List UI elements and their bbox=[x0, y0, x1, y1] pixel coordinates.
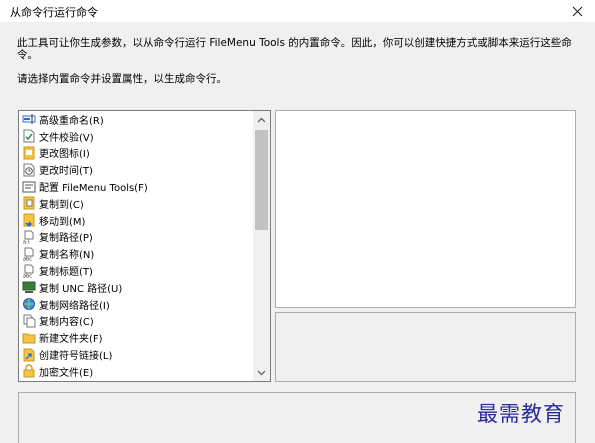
encrypt-icon bbox=[22, 364, 36, 378]
command-list[interactable]: 高级重命名(R) 文件校验(V) 更改图标(I) 更改时间(T) 配置 FileMenu… bbox=[18, 110, 271, 382]
command-list-item[interactable]: 复制到(C) bbox=[19, 195, 251, 212]
command-label: 创建符号链接(L) bbox=[39, 351, 113, 363]
watermark-text: 最需教育 bbox=[477, 402, 565, 426]
scroll-thumb[interactable] bbox=[255, 130, 268, 230]
command-list-item[interactable]: 加密文件(E) bbox=[19, 363, 251, 380]
instruction-text: 请选择内置命令并设置属性，以生成命令行。 bbox=[17, 73, 227, 85]
property-description-panel bbox=[275, 312, 576, 382]
dialog-window: 从命令行运行命令 此工具可让你生成参数，以从命令行运行 FileMenu Too… bbox=[0, 0, 595, 443]
copy-content-icon bbox=[22, 314, 36, 328]
command-label: 移动到(M) bbox=[39, 216, 86, 228]
command-label: 更改时间(T) bbox=[39, 166, 93, 178]
command-label: 文件校验(V) bbox=[39, 132, 94, 144]
command-list-item[interactable]: abc 复制名称(N) bbox=[19, 245, 251, 262]
clock-icon bbox=[22, 163, 36, 177]
chevron-up-icon bbox=[257, 117, 266, 122]
command-list-items: 高级重命名(R) 文件校验(V) 更改图标(I) 更改时间(T) 配置 FileMenu… bbox=[19, 111, 251, 380]
copy-name-icon: abc bbox=[22, 247, 36, 261]
file-check-icon bbox=[22, 129, 36, 143]
properties-panel[interactable] bbox=[275, 110, 576, 308]
title-bar: 从命令行运行命令 bbox=[0, 0, 595, 22]
scroll-up-button[interactable] bbox=[253, 111, 270, 128]
network-path-icon bbox=[22, 297, 36, 311]
command-label: 高级重命名(R) bbox=[39, 115, 104, 127]
new-folder-icon bbox=[22, 331, 36, 345]
svg-text:abc: abc bbox=[23, 256, 32, 261]
chevron-down-icon bbox=[257, 370, 266, 375]
configure-icon bbox=[22, 180, 36, 194]
command-label: 复制内容(C) bbox=[39, 317, 94, 329]
command-list-item[interactable]: 移动到(M) bbox=[19, 212, 251, 229]
svg-text:a:\: a:\ bbox=[23, 239, 30, 244]
unc-path-icon bbox=[22, 280, 36, 294]
close-icon bbox=[572, 6, 582, 16]
description-text: 此工具可让你生成参数，以从命令行运行 FileMenu Tools 的内置命令。… bbox=[17, 37, 572, 61]
svg-text:abc: abc bbox=[23, 273, 32, 278]
command-list-item[interactable]: 文件校验(V) bbox=[19, 128, 251, 145]
command-list-item[interactable]: 新建文件夹(F) bbox=[19, 329, 251, 346]
rename-icon bbox=[22, 112, 36, 126]
command-list-item[interactable]: 更改图标(I) bbox=[19, 145, 251, 162]
command-list-item[interactable]: 复制网络路径(I) bbox=[19, 296, 251, 313]
command-label: 复制标题(T) bbox=[39, 267, 93, 279]
command-list-item[interactable]: 更改时间(T) bbox=[19, 161, 251, 178]
command-list-item[interactable]: 复制内容(C) bbox=[19, 313, 251, 330]
window-title: 从命令行运行命令 bbox=[10, 6, 98, 19]
command-list-item[interactable]: 复制 UNC 路径(U) bbox=[19, 279, 251, 296]
command-label: 加密文件(E) bbox=[39, 367, 94, 379]
command-label: 更改图标(I) bbox=[39, 149, 90, 161]
list-scrollbar[interactable] bbox=[253, 111, 270, 381]
symlink-icon bbox=[22, 348, 36, 362]
close-button[interactable] bbox=[559, 0, 595, 22]
command-label: 复制路径(P) bbox=[39, 233, 93, 245]
command-list-item[interactable]: abc 复制标题(T) bbox=[19, 262, 251, 279]
command-list-item[interactable]: 创建符号链接(L) bbox=[19, 346, 251, 363]
command-label: 复制网络路径(I) bbox=[39, 300, 110, 312]
copy-to-icon bbox=[22, 196, 36, 210]
copy-path-icon: a:\ bbox=[22, 230, 36, 244]
command-label: 复制到(C) bbox=[39, 199, 84, 211]
command-label: 配置 FileMenu Tools(F) bbox=[39, 183, 148, 195]
scroll-down-button[interactable] bbox=[253, 364, 270, 381]
command-list-item[interactable]: 配置 FileMenu Tools(F) bbox=[19, 178, 251, 195]
command-label: 新建文件夹(F) bbox=[39, 334, 103, 346]
change-icon-icon bbox=[22, 146, 36, 160]
command-label: 复制 UNC 路径(U) bbox=[39, 283, 123, 295]
command-label: 复制名称(N) bbox=[39, 250, 95, 262]
move-to-icon bbox=[22, 213, 36, 228]
copy-title-icon: abc bbox=[22, 264, 36, 278]
command-list-item[interactable]: 高级重命名(R) bbox=[19, 111, 251, 128]
command-list-item[interactable]: a:\ 复制路径(P) bbox=[19, 229, 251, 246]
